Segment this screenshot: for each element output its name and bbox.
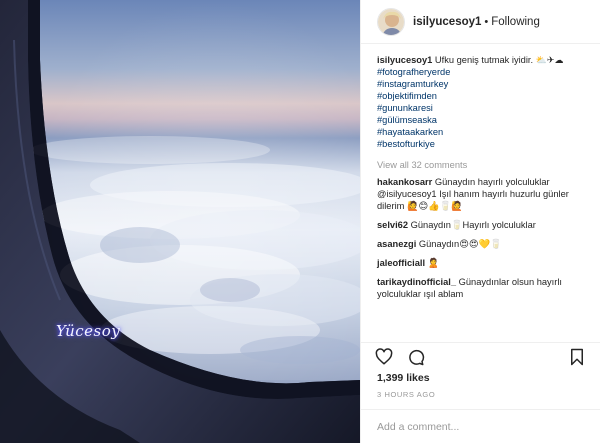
save-button[interactable] xyxy=(568,348,586,366)
hashtag-link[interactable]: #gülümseaska xyxy=(377,114,590,126)
comment-text: Günaydın🥛Hayırlı yolculuklar xyxy=(410,220,536,230)
comment-item: tarikaydinofficial_ Günaydınlar olsun ha… xyxy=(377,276,590,300)
post-photo[interactable]: Yücesoy xyxy=(0,0,360,443)
author-avatar[interactable] xyxy=(377,7,405,36)
action-bar xyxy=(361,342,600,370)
hashtag-link[interactable]: #bestofturkiye xyxy=(377,138,590,150)
comment-item: hakankosarr Günaydın hayırlı yolculuklar… xyxy=(377,176,590,212)
comment-text: Günaydın😍😍💛🥛 xyxy=(418,239,502,249)
view-all-comments-link[interactable]: View all 32 comments xyxy=(377,159,590,171)
comment-button[interactable] xyxy=(407,348,425,366)
comment-username[interactable]: asanezgi xyxy=(377,239,416,249)
hashtag-link[interactable]: #gununkaresi xyxy=(377,102,590,114)
post-sidebar: isilyucesoy1 • Following isilyucesoy1 Uf… xyxy=(360,0,600,443)
following-button[interactable]: Following xyxy=(491,16,540,28)
heart-icon xyxy=(375,347,393,364)
comments-section: isilyucesoy1 Ufku geniş tutmak iyidir. ⛅… xyxy=(361,44,600,342)
comment-item: selvi62 Günaydın🥛Hayırlı yolculuklar xyxy=(377,219,590,231)
hashtag-link[interactable]: #instagramturkey xyxy=(377,78,590,90)
add-comment-bar xyxy=(361,409,600,443)
comment-item: asanezgi Günaydın😍😍💛🥛 xyxy=(377,238,590,250)
comment-username[interactable]: tarikaydinofficial_ xyxy=(377,277,456,287)
comment-icon xyxy=(409,349,425,365)
bookmark-icon xyxy=(571,348,583,365)
comment-username[interactable]: hakankosarr xyxy=(377,177,432,187)
photo-signature: Yücesoy xyxy=(56,322,121,340)
airplane-window-clouds-photo xyxy=(0,0,360,443)
caption-text: Ufku geniş tutmak iyidir. xyxy=(434,55,534,65)
caption: isilyucesoy1 Ufku geniş tutmak iyidir. ⛅… xyxy=(377,54,590,150)
comment-item: jaleofficiall 🙎 xyxy=(377,257,590,269)
like-button[interactable] xyxy=(375,347,393,366)
likes-count[interactable]: 1,399 likes xyxy=(361,370,600,384)
caption-username[interactable]: isilyucesoy1 xyxy=(377,55,432,65)
caption-emoji: ⛅✈☁ xyxy=(535,55,564,65)
hashtag-link[interactable]: #fotografheryerde xyxy=(377,66,590,78)
post-timestamp: 3 HOURS AGO xyxy=(377,390,436,399)
comment-username[interactable]: selvi62 xyxy=(377,220,408,230)
comment-text: 🙎 xyxy=(427,258,440,268)
hashtag-link[interactable]: #hayataakarken xyxy=(377,126,590,138)
avatar-photo-icon xyxy=(378,8,404,35)
separator-dot: • xyxy=(484,15,489,28)
post-header: isilyucesoy1 • Following xyxy=(361,0,600,44)
add-comment-input[interactable] xyxy=(377,420,584,433)
author-username[interactable]: isilyucesoy1 xyxy=(413,16,481,28)
hashtag-link[interactable]: #objektifimden xyxy=(377,90,590,102)
comment-username[interactable]: jaleofficiall xyxy=(377,258,425,268)
instagram-post: Yücesoy isilyucesoy1 • Following isilyuc… xyxy=(0,0,600,443)
